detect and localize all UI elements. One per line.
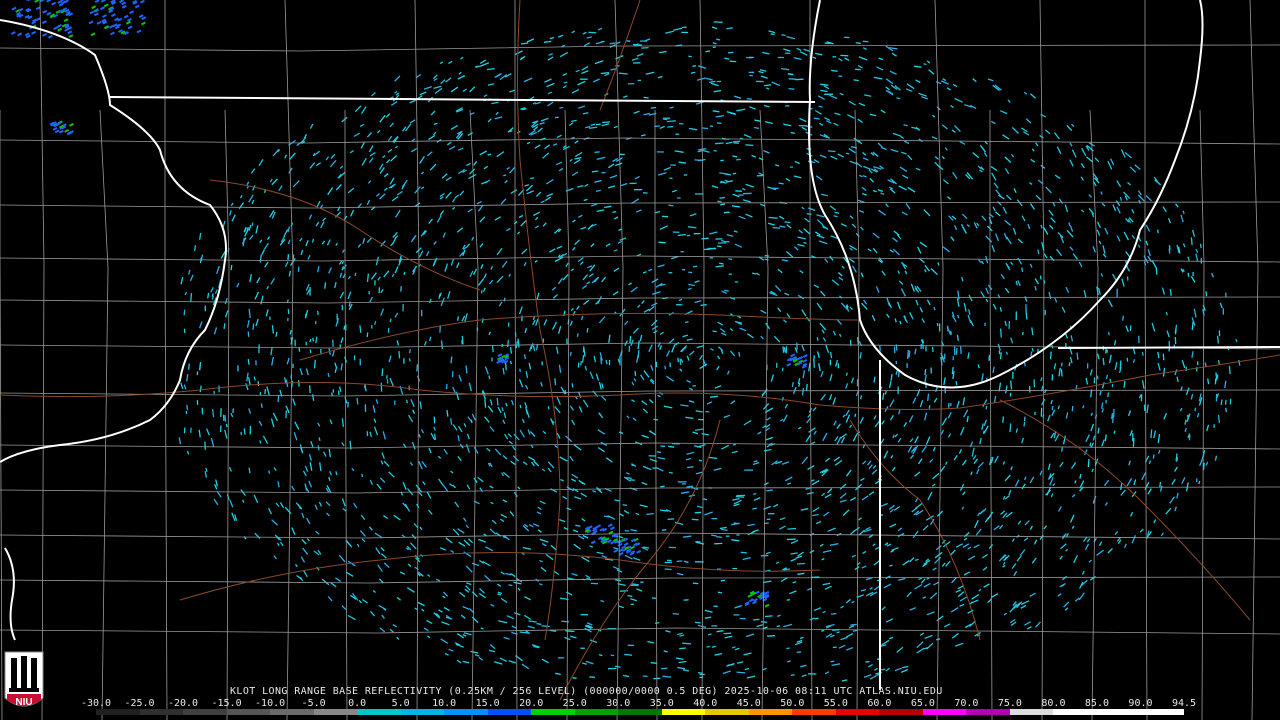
scale-color-step xyxy=(1009,709,1054,715)
scale-color-step xyxy=(792,709,836,715)
color-scale-labels: -30.0 -25.0 -20.0 -15.0 -10.0 -5.0 0.0 5.0 10.0 1… xyxy=(81,698,1197,709)
scale-value: 90.0 xyxy=(1128,698,1153,709)
logo-text: NIU xyxy=(15,697,32,708)
scale-color-step xyxy=(879,709,923,715)
scale-value: 35.0 xyxy=(649,698,674,709)
scale-value: 65.0 xyxy=(910,698,935,709)
scale-color-step xyxy=(270,709,314,715)
scale-color-step xyxy=(400,709,445,715)
scale-value: 85.0 xyxy=(1084,698,1109,709)
scale-color-step xyxy=(531,709,575,715)
scale-color-step xyxy=(574,709,619,715)
scale-value: 50.0 xyxy=(780,698,805,709)
scale-color-step xyxy=(487,709,532,715)
radar-map xyxy=(0,0,1280,720)
scale-value: -20.0 xyxy=(167,698,199,709)
scale-color-step xyxy=(139,709,184,715)
scale-color-step xyxy=(183,709,227,715)
scale-value: -25.0 xyxy=(124,698,155,709)
scale-color-step xyxy=(96,709,140,715)
scale-color-step xyxy=(966,709,1010,715)
scale-color-step xyxy=(357,709,401,715)
scale-value: -10.0 xyxy=(255,698,286,709)
scale-value: 15.0 xyxy=(475,698,500,709)
scale-value: 94.5 xyxy=(1171,698,1197,709)
scale-value: 40.0 xyxy=(693,698,718,709)
scale-value: 10.0 xyxy=(432,698,457,709)
scale-color-step xyxy=(313,709,358,715)
scale-value: 25.0 xyxy=(562,698,587,709)
scale-color-step xyxy=(618,709,662,715)
scale-value: 70.0 xyxy=(954,698,979,709)
scale-color-step xyxy=(922,709,967,715)
scale-color-step xyxy=(835,709,880,715)
scale-color-step xyxy=(748,709,793,715)
scale-color-step xyxy=(705,709,749,715)
scale-value: -15.0 xyxy=(211,698,242,709)
scale-color-step xyxy=(661,709,706,715)
niu-logo: NIU xyxy=(4,651,44,708)
scale-color-step xyxy=(1053,709,1097,715)
scale-value: -5.0 xyxy=(301,698,326,709)
scale-value: 20.0 xyxy=(519,698,544,709)
product-caption: KLOT LONG RANGE BASE REFLECTIVITY (0.25K… xyxy=(230,686,943,697)
scale-value: 30.0 xyxy=(606,698,631,709)
scale-color-step xyxy=(226,709,271,715)
scale-color-step xyxy=(444,709,488,715)
scale-color-step xyxy=(1096,709,1141,715)
scale-color-step xyxy=(1140,709,1184,715)
scale-value: 75.0 xyxy=(997,698,1022,709)
scale-value: 55.0 xyxy=(823,698,848,709)
scale-value: 80.0 xyxy=(1041,698,1066,709)
scale-value: -30.0 xyxy=(80,698,112,709)
scale-value: 0.0 xyxy=(348,698,367,709)
scale-value: 45.0 xyxy=(736,698,761,709)
scale-value: 5.0 xyxy=(391,698,410,709)
scale-value: 60.0 xyxy=(867,698,892,709)
color-scale-bar xyxy=(96,709,1184,715)
